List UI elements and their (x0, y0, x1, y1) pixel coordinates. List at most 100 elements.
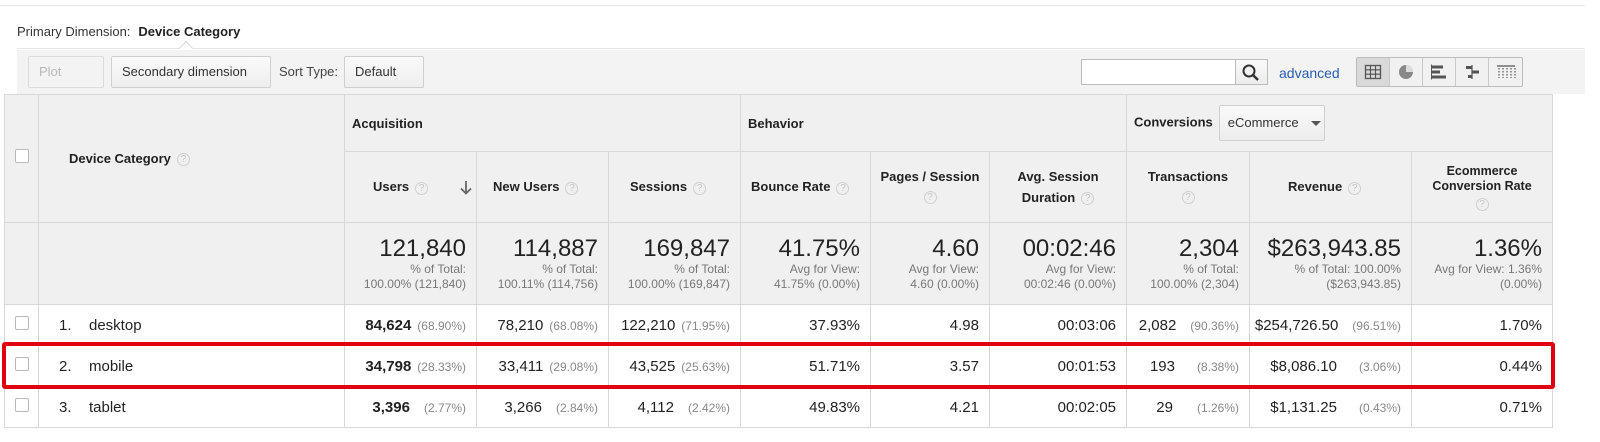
total-transactions: 2,304% of Total: 100.00% (2,304) (1126, 222, 1250, 305)
help-icon[interactable]: ? (565, 181, 579, 195)
search-icon (1242, 64, 1259, 81)
help-icon[interactable]: ? (693, 181, 707, 195)
cell-new-users: 78,210 (68.08%) (476, 304, 609, 346)
avg-duration-value: 00:01:53 (1057, 357, 1116, 375)
search-button[interactable] (1236, 59, 1268, 85)
row-select-cell (4, 304, 39, 346)
help-icon[interactable]: ? (1348, 181, 1362, 195)
cell-sessions: 122,210 (71.95%) (608, 304, 741, 346)
cell-revenue: $1,131.25 (0.43%) (1249, 386, 1412, 428)
users-percent: (2.77%) (423, 400, 466, 415)
help-icon[interactable]: ? (1181, 191, 1195, 205)
cell-pages-session: 4.21 (870, 386, 990, 428)
total-revenue-value: $263,943.85 (1267, 234, 1401, 262)
column-users[interactable]: Users? (344, 151, 477, 223)
total-sessions-value: 169,847 (643, 234, 730, 262)
dimension-header[interactable]: Device Category? (38, 94, 345, 223)
pie-view-button[interactable] (1390, 58, 1423, 86)
column-bounce-rate[interactable]: Bounce Rate? (740, 151, 871, 223)
table-row[interactable]: 2. mobile 34,798 (28.33%) 33,411 (29.08%) 4… (4, 345, 1553, 387)
behavior-group: Behavior (740, 94, 1127, 152)
revenue-percent: (3.06%) (1358, 359, 1401, 374)
cell-ecommerce-conversion-rate: 0.71% (1411, 386, 1553, 428)
pivot-view-button[interactable] (1489, 58, 1522, 86)
help-icon[interactable]: ? (923, 191, 937, 205)
users-percent: (28.33%) (417, 359, 466, 374)
secondary-dimension-dropdown[interactable]: Secondary dimension (111, 56, 271, 106)
help-icon[interactable]: ? (1081, 192, 1095, 206)
help-icon[interactable]: ? (415, 181, 429, 195)
total-bounce-rate-value: 41.75% (778, 234, 860, 262)
column-new-users[interactable]: New Users? (476, 151, 609, 223)
row-dimension-link[interactable]: mobile (89, 358, 133, 375)
total-users-note: % of Total: (410, 261, 466, 276)
comparison-view-button[interactable] (1456, 58, 1489, 86)
table-search-input[interactable] (1081, 59, 1236, 85)
cell-sessions: 43,525 (25.63%) (608, 345, 741, 387)
sort-type-dropdown[interactable]: Default (344, 56, 424, 106)
column-transactions[interactable]: Transactions? (1126, 151, 1250, 223)
column-pages-session[interactable]: Pages / Session? (870, 151, 990, 223)
dimension-header-label: Device Category (69, 150, 171, 166)
column-sessions[interactable]: Sessions? (608, 151, 741, 223)
conversions-type-dropdown[interactable]: eCommerce (1218, 105, 1325, 141)
transactions-percent: (8.38%) (1196, 359, 1239, 374)
acquisition-label: Acquisition (352, 115, 423, 131)
row-dimension-link[interactable]: tablet (89, 399, 126, 416)
total-avg-duration-detail: 00:02:46 (0.00%) (1023, 276, 1116, 291)
cell-transactions: 29 (1.26%) (1126, 386, 1250, 428)
total-bounce-rate: 41.75% Avg for View: 41.75% (0.00%) (740, 222, 871, 305)
cell-transactions: 2,082 (90.36%) (1126, 304, 1250, 346)
bounce-rate-value: 49.83% (809, 398, 860, 416)
sessions-percent: (25.63%) (681, 359, 730, 374)
total-new-users: 114,887% of Total: 100.11% (114,756) (476, 222, 609, 305)
row-dimension-link[interactable]: desktop (89, 317, 142, 334)
select-all-checkbox[interactable] (14, 149, 29, 163)
sessions-percent: (2.42%) (687, 400, 730, 415)
primary-dimension-value[interactable]: Device Category (138, 24, 240, 39)
advanced-filter-link[interactable]: advanced (1279, 65, 1340, 81)
total-revenue-detail: ($263,943.85) (1326, 276, 1401, 291)
sessions-value: 122,210 (621, 316, 676, 334)
total-new-users-note: % of Total: (542, 261, 598, 276)
transactions-value: 2,082 (1138, 316, 1177, 334)
table-view-button[interactable] (1357, 58, 1390, 86)
plot-rows-button[interactable]: Plot Rows (28, 56, 104, 109)
totals-spacer (4, 222, 39, 305)
revenue-value: $254,726.50 (1254, 316, 1339, 334)
cell-ecommerce-conversion-rate: 0.44% (1411, 345, 1553, 387)
row-checkbox[interactable] (14, 356, 29, 371)
conversions-type-value: eCommerce (1227, 115, 1299, 130)
column-revenue[interactable]: Revenue? (1249, 151, 1412, 223)
help-icon[interactable]: ? (1475, 197, 1489, 211)
table-row[interactable]: 3. tablet 3,396 (2.77%) 3,266 (2.84%) 4,112… (4, 386, 1553, 428)
cell-users: 3,396 (2.77%) (344, 386, 477, 428)
totals-dimension-cell (38, 222, 345, 305)
pages-session-header-label: Pages / Session (880, 169, 980, 184)
total-sessions-note: % of Total: (674, 261, 730, 276)
primary-dimension: Primary Dimension: Device Category (17, 24, 240, 39)
row-checkbox[interactable] (14, 315, 29, 330)
help-icon[interactable]: ? (836, 181, 850, 195)
table-view-icon (1364, 64, 1382, 80)
conversions-group: Conversions eCommerce (1126, 94, 1553, 152)
table-row[interactable]: 1. desktop 84,624 (68.90%) 78,210 (68.08%) … (4, 304, 1553, 346)
total-transactions-note: % of Total: (1183, 261, 1239, 276)
total-avg-session-duration: 00:02:46 Avg for View: 00:02:46 (0.00%) (989, 222, 1127, 305)
performance-view-button[interactable] (1423, 58, 1456, 86)
revenue-percent: (0.43%) (1358, 400, 1401, 415)
cell-revenue: $8,086.10 (3.06%) (1249, 345, 1412, 387)
pages-session-value: 4.21 (949, 398, 979, 416)
cell-bounce-rate: 49.83% (740, 386, 871, 428)
row-checkbox[interactable] (14, 397, 29, 412)
column-avg-session-duration[interactable]: Avg. Session Duration? (989, 151, 1127, 223)
row-rank: 1. (59, 316, 72, 334)
transactions-percent: (90.36%) (1190, 318, 1239, 333)
row-dimension-cell: 3. tablet (38, 386, 345, 428)
acquisition-group: Acquisition (344, 94, 741, 152)
help-icon[interactable]: ? (176, 153, 190, 167)
ecr-value: 1.70% (1499, 316, 1542, 334)
column-ecommerce-conversion-rate[interactable]: Ecommerce Conversion Rate? (1411, 151, 1553, 223)
revenue-header-label: Revenue (1288, 179, 1343, 195)
sort-descending-icon (460, 181, 472, 195)
